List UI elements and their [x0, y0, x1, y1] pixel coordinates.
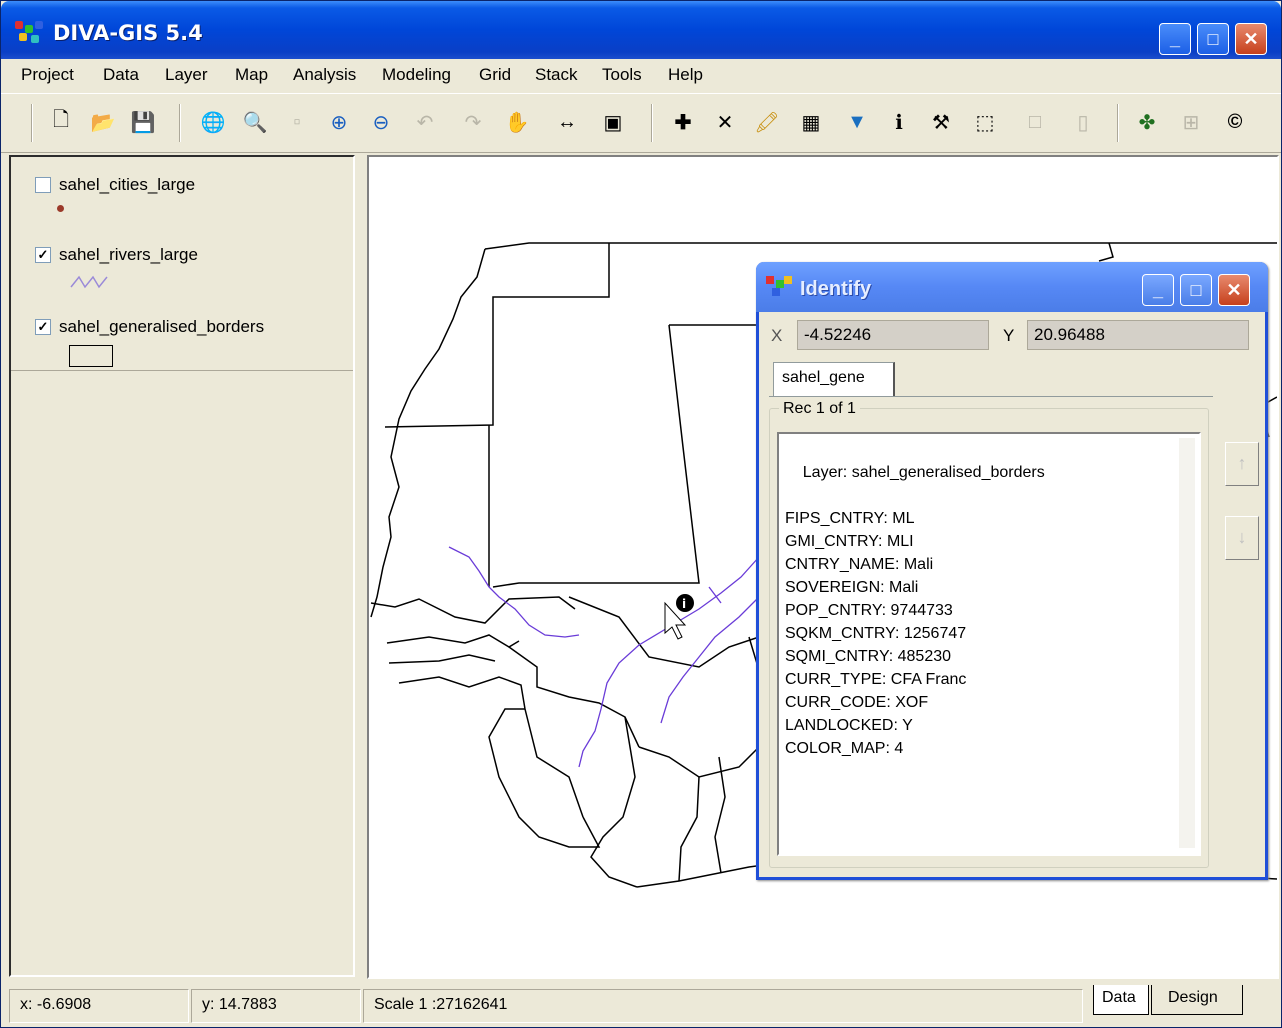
status-scale: Scale 1 :27162641: [363, 989, 1083, 1023]
app-logo-icon: [15, 21, 45, 45]
zoom-out-icon[interactable]: ⊖: [365, 104, 397, 140]
measure-icon[interactable]: ↔: [551, 104, 583, 140]
next-extent-icon[interactable]: ↷: [457, 104, 489, 140]
identify-logo-icon: [766, 276, 794, 300]
open-icon[interactable]: 📂: [87, 104, 119, 140]
zoom-layer-icon[interactable]: 🔍: [239, 104, 271, 140]
minimize-button[interactable]: _: [1159, 23, 1191, 55]
status-y: y: 14.7883: [191, 989, 361, 1023]
title-bar[interactable]: DIVA-GIS 5.4 _ □ ✕: [1, 1, 1281, 59]
query-icon[interactable]: ▼: [841, 104, 873, 140]
status-x: x: -6.6908: [9, 989, 189, 1023]
tab-data[interactable]: Data: [1093, 985, 1149, 1015]
identify-cursor-icon: i: [664, 594, 694, 640]
menu-stack[interactable]: Stack: [535, 65, 578, 85]
point-symbol-icon: [57, 205, 64, 212]
identify-icon[interactable]: ℹ: [883, 104, 915, 140]
tab-divider: [769, 396, 1213, 397]
menu-bar: Project Data Layer Map Analysis Modeling…: [1, 59, 1281, 93]
grid-icon[interactable]: ⊞: [1175, 104, 1207, 140]
previous-record-button[interactable]: ↑: [1225, 442, 1259, 486]
previous-extent-icon[interactable]: ↶: [409, 104, 441, 140]
layer-list: sahel_cities_large ✓ sahel_rivers_large …: [11, 157, 353, 371]
next-record-button[interactable]: ↓: [1225, 516, 1259, 560]
svg-text:i: i: [682, 597, 686, 611]
copyright-icon[interactable]: ©: [1219, 104, 1251, 140]
clear-selection-icon[interactable]: □: [1019, 104, 1051, 140]
record-attributes: Layer: sahel_generalised_borders FIPS_CN…: [777, 432, 1201, 856]
draw-icon[interactable]: 🖍: [751, 104, 783, 140]
layer-checkbox[interactable]: ✓: [35, 247, 51, 263]
delete-icon[interactable]: ✕: [709, 104, 741, 140]
delete-selection-icon[interactable]: ▯: [1067, 104, 1099, 140]
layer-color-icon[interactable]: ✤: [1131, 104, 1163, 140]
menu-help[interactable]: Help: [668, 65, 703, 85]
x-label: X: [771, 326, 783, 345]
record-group-label: Rec 1 of 1: [779, 400, 860, 418]
close-button[interactable]: ✕: [1235, 23, 1267, 55]
layer-item-rivers[interactable]: ✓ sahel_rivers_large: [35, 245, 198, 265]
identify-close-button[interactable]: ✕: [1218, 274, 1250, 306]
menu-tools[interactable]: Tools: [602, 65, 642, 85]
maximize-button[interactable]: □: [1197, 23, 1229, 55]
x-value-field: -4.52246: [797, 320, 989, 350]
layer-checkbox[interactable]: ✓: [35, 319, 51, 335]
toolbar-separator: [651, 104, 653, 142]
full-extent-icon[interactable]: 🌐: [197, 104, 229, 140]
add-point-icon[interactable]: ✚: [667, 104, 699, 140]
layer-name: sahel_cities_large: [59, 175, 196, 194]
identify-title-bar[interactable]: Identify _ □ ✕: [756, 262, 1268, 312]
identify-minimize-button[interactable]: _: [1142, 274, 1174, 306]
polygon-symbol-icon: [69, 345, 113, 367]
line-symbol-icon: [70, 275, 108, 289]
y-label: Y: [1003, 326, 1015, 345]
record-text: Layer: sahel_generalised_borders FIPS_CN…: [785, 464, 1045, 757]
toolbar: 🗋 📂 💾 🌐 🔍 ▫ ⊕ ⊖ ↶ ↷ ✋ ↔ ▣ ✚ ✕ 🖍 ▦ ▼ ℹ ⚒ …: [1, 93, 1281, 153]
toolbar-separator: [179, 104, 181, 142]
menu-analysis[interactable]: Analysis: [293, 65, 356, 85]
layer-item-cities[interactable]: sahel_cities_large: [35, 175, 195, 195]
identify-title: Identify: [800, 278, 872, 300]
record-scrollbar[interactable]: [1179, 438, 1195, 848]
save-icon[interactable]: 💾: [127, 104, 159, 140]
toolbar-separator: [1117, 104, 1119, 142]
menu-map[interactable]: Map: [235, 65, 268, 85]
window-title: DIVA-GIS 5.4: [53, 21, 203, 45]
menu-grid[interactable]: Grid: [479, 65, 511, 85]
layer-legend: sahel_cities_large ✓ sahel_rivers_large …: [9, 155, 355, 977]
identify-dialog: Identify _ □ ✕ X -4.52246 Y 20.96488 sah…: [756, 262, 1268, 880]
y-value-field: 20.96488: [1027, 320, 1249, 350]
menu-layer[interactable]: Layer: [165, 65, 208, 85]
layer-name: sahel_rivers_large: [59, 245, 198, 264]
select-icon[interactable]: ⬚: [969, 104, 1001, 140]
identify-layer-tab[interactable]: sahel_gene: [773, 362, 895, 396]
menu-project[interactable]: Project: [21, 65, 74, 85]
tab-design[interactable]: Design: [1151, 985, 1243, 1015]
new-icon[interactable]: 🗋: [45, 104, 77, 140]
menu-data[interactable]: Data: [103, 65, 139, 85]
pan-icon[interactable]: ✋: [501, 104, 533, 140]
table-icon[interactable]: ▦: [795, 104, 827, 140]
layer-checkbox[interactable]: [35, 177, 51, 193]
status-bar: x: -6.6908 y: 14.7883 Scale 1 :27162641 …: [1, 981, 1281, 1027]
layer-item-borders[interactable]: ✓ sahel_generalised_borders: [35, 317, 264, 337]
toolbar-separator: [31, 104, 33, 142]
layer-name: sahel_generalised_borders: [59, 317, 265, 336]
zoom-selected-icon[interactable]: ▫: [281, 104, 313, 140]
identify-maximize-button[interactable]: □: [1180, 274, 1212, 306]
copy-map-icon[interactable]: ▣: [597, 104, 629, 140]
menu-modeling[interactable]: Modeling: [382, 65, 451, 85]
tools-icon[interactable]: ⚒: [925, 104, 957, 140]
zoom-in-icon[interactable]: ⊕: [323, 104, 355, 140]
